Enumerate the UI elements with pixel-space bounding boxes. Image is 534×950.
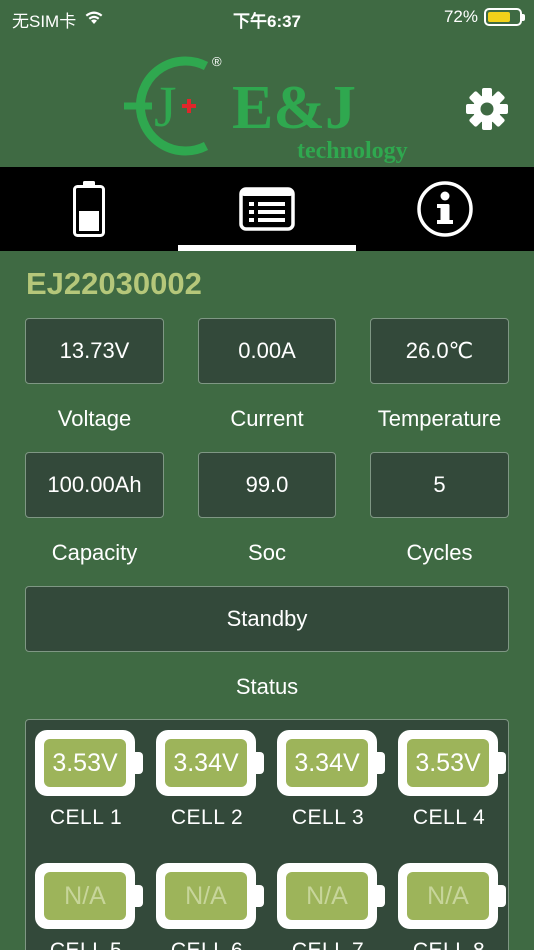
cell-label: CELL 1 — [49, 806, 123, 829]
voltage-label: Voltage — [57, 406, 132, 431]
cell-voltage: 3.53V — [44, 739, 126, 787]
logo-monogram: J — [154, 74, 177, 139]
cells-panel: 3.53V CELL 1 3.34V CELL 2 3.34V CELL 3 3… — [25, 719, 509, 950]
cell-voltage: N/A — [407, 872, 489, 920]
cell-battery-icon: 3.34V — [156, 730, 264, 796]
capacity-value-box: 100.00Ah — [25, 452, 164, 518]
cell-voltage: N/A — [44, 872, 126, 920]
soc-label: Soc — [248, 540, 286, 565]
current-label: Current — [230, 406, 304, 431]
status-value: Standby — [226, 606, 308, 631]
cell-item: 3.34V CELL 2 — [156, 730, 268, 830]
cell-item: N/A CELL 6 — [156, 863, 268, 950]
temperature-value: 26.0℃ — [405, 338, 474, 363]
cycles-value: 5 — [433, 472, 446, 497]
cell-item: 3.53V CELL 4 — [398, 730, 510, 830]
logo-subtitle: technology — [297, 138, 408, 164]
tab-info[interactable] — [356, 167, 534, 251]
soc-value: 99.0 — [245, 472, 289, 497]
info-icon — [417, 181, 473, 237]
status-bar: 无SIM卡 下午6:37 72% — [0, 0, 534, 36]
settings-gear-icon[interactable] — [464, 86, 510, 132]
cell-battery-icon: 3.53V — [398, 730, 506, 796]
tab-details[interactable] — [178, 167, 356, 251]
battery-status-icon — [484, 8, 525, 26]
battery-icon — [73, 181, 105, 237]
battery-group: 72% — [443, 7, 525, 27]
cell-label: CELL 6 — [156, 939, 258, 950]
cell-item: 3.53V CELL 1 — [35, 730, 147, 830]
cell-label: CELL 4 — [412, 806, 486, 829]
cell-voltage: 3.34V — [286, 739, 368, 787]
voltage-value-box: 13.73V — [25, 318, 164, 384]
tab-battery[interactable] — [0, 167, 178, 251]
current-value-box: 0.00A — [198, 318, 336, 384]
tab-bar — [0, 167, 534, 251]
status-value-box: Standby — [25, 586, 509, 652]
cycles-label: Cycles — [406, 540, 473, 565]
cell-battery-icon: 3.34V — [277, 730, 385, 796]
soc-value-box: 99.0 — [198, 452, 336, 518]
cell-battery-icon: N/A — [156, 863, 264, 929]
ej-technology-logo: J ® E&J technology — [124, 54, 408, 164]
cell-battery-icon: N/A — [277, 863, 385, 929]
status-label: Status — [235, 674, 299, 699]
cell-label: CELL 3 — [291, 806, 365, 829]
cell-battery-icon: N/A — [398, 863, 506, 929]
active-tab-indicator — [178, 245, 356, 251]
cycles-value-box: 5 — [370, 452, 509, 518]
registered-mark: ® — [212, 54, 222, 69]
battery-percent: 72% — [443, 7, 478, 26]
temperature-label: Temperature — [377, 406, 502, 431]
battery-status-fill — [488, 12, 510, 22]
cell-item: N/A CELL 7 — [277, 863, 389, 950]
cell-item: N/A CELL 5 — [35, 863, 147, 950]
cell-voltage: N/A — [165, 872, 247, 920]
voltage-value: 13.73V — [59, 338, 130, 363]
cell-battery-icon: 3.53V — [35, 730, 143, 796]
cell-item: 3.34V CELL 3 — [277, 730, 389, 830]
cell-voltage: 3.53V — [407, 739, 489, 787]
cell-label: CELL 8 — [398, 939, 500, 950]
cell-item: N/A CELL 8 — [398, 863, 510, 950]
logo-brand: E&J — [232, 74, 356, 142]
device-id: EJ22030002 — [26, 266, 202, 301]
capacity-value: 100.00Ah — [47, 472, 142, 497]
list-card-icon — [239, 187, 295, 231]
cell-label: CELL 7 — [277, 939, 379, 950]
cell-voltage: N/A — [286, 872, 368, 920]
app-header: J ® E&J technology — [0, 36, 534, 167]
temperature-value-box: 26.0℃ — [370, 318, 509, 384]
cell-voltage: 3.34V — [165, 739, 247, 787]
cell-label: CELL 5 — [35, 939, 137, 950]
cell-battery-icon: N/A — [35, 863, 143, 929]
current-value: 0.00A — [238, 338, 296, 363]
capacity-label: Capacity — [51, 540, 138, 565]
cell-label: CELL 2 — [170, 806, 244, 829]
